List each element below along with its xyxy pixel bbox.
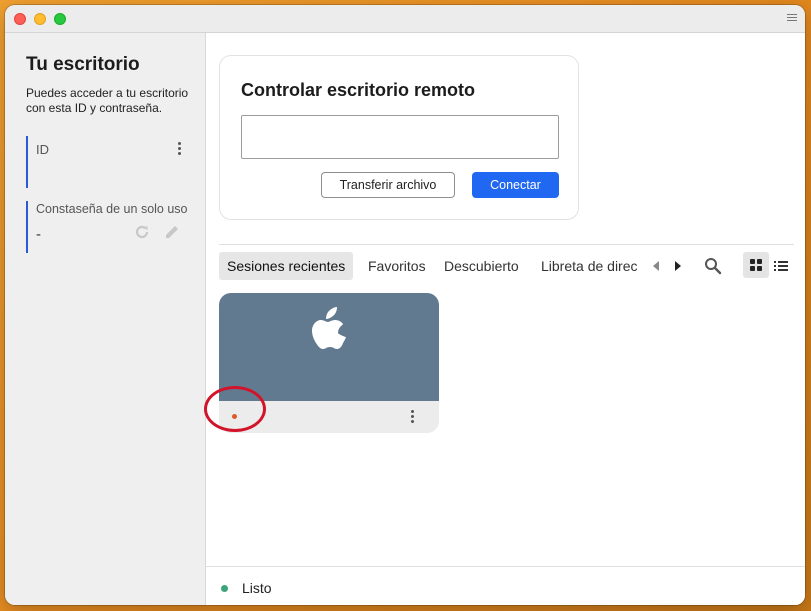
tab-discovered[interactable]: Descubierto: [444, 252, 519, 280]
id-more-options-icon[interactable]: [178, 142, 182, 158]
status-text: Listo: [242, 580, 272, 596]
grid-view-button[interactable]: [743, 252, 769, 278]
apple-icon: [312, 307, 346, 349]
tab-recent-sessions[interactable]: Sesiones recientes: [219, 252, 354, 280]
remote-control-title: Controlar escritorio remoto: [241, 80, 476, 100]
maximize-window-button[interactable]: [54, 13, 66, 25]
status-bar: Listo: [206, 566, 805, 605]
remote-control-card: Controlar escritorio remoto Transferir a…: [219, 55, 579, 220]
password-block: Constaseña de un solo uso -: [26, 201, 191, 253]
transfer-file-button[interactable]: Transferir archivo: [321, 172, 455, 198]
session-more-options-icon[interactable]: [411, 410, 415, 426]
tab-address-book[interactable]: Libreta de direc: [541, 252, 645, 280]
annotation-circle: [204, 386, 266, 432]
id-block: ID: [26, 136, 191, 188]
sidebar: Tu escritorio Puedes acceder a tu escrit…: [5, 33, 206, 605]
tab-bar: Sesiones recientes Favoritos Descubierto…: [219, 252, 794, 280]
titlebar: [5, 5, 805, 33]
scroll-right-icon[interactable]: [675, 261, 681, 271]
id-label: ID: [36, 142, 49, 157]
grid-icon: [750, 259, 762, 271]
edit-icon[interactable]: [163, 223, 181, 241]
refresh-icon[interactable]: [133, 223, 151, 241]
minimize-window-button[interactable]: [34, 13, 46, 25]
list-view-icon[interactable]: [773, 258, 789, 274]
main-panel: Controlar escritorio remoto Transferir a…: [204, 33, 805, 605]
app-window: Tu escritorio Puedes acceder a tu escrit…: [5, 5, 805, 605]
status-indicator: [221, 585, 228, 592]
close-window-button[interactable]: [14, 13, 26, 25]
section-divider: [219, 244, 794, 245]
password-label: Constaseña de un solo uso: [36, 202, 188, 216]
tab-favorites[interactable]: Favoritos: [368, 252, 426, 280]
password-value: -: [36, 226, 41, 243]
session-thumbnail[interactable]: [219, 293, 439, 401]
connect-button[interactable]: Conectar: [472, 172, 559, 198]
scroll-left-icon[interactable]: [653, 261, 659, 271]
sidebar-description: Puedes acceder a tu escritorio con esta …: [26, 86, 189, 115]
search-icon[interactable]: [704, 257, 722, 275]
sidebar-title: Tu escritorio: [26, 54, 140, 75]
remote-id-input[interactable]: [241, 115, 559, 159]
hamburger-menu-icon[interactable]: [787, 14, 797, 23]
